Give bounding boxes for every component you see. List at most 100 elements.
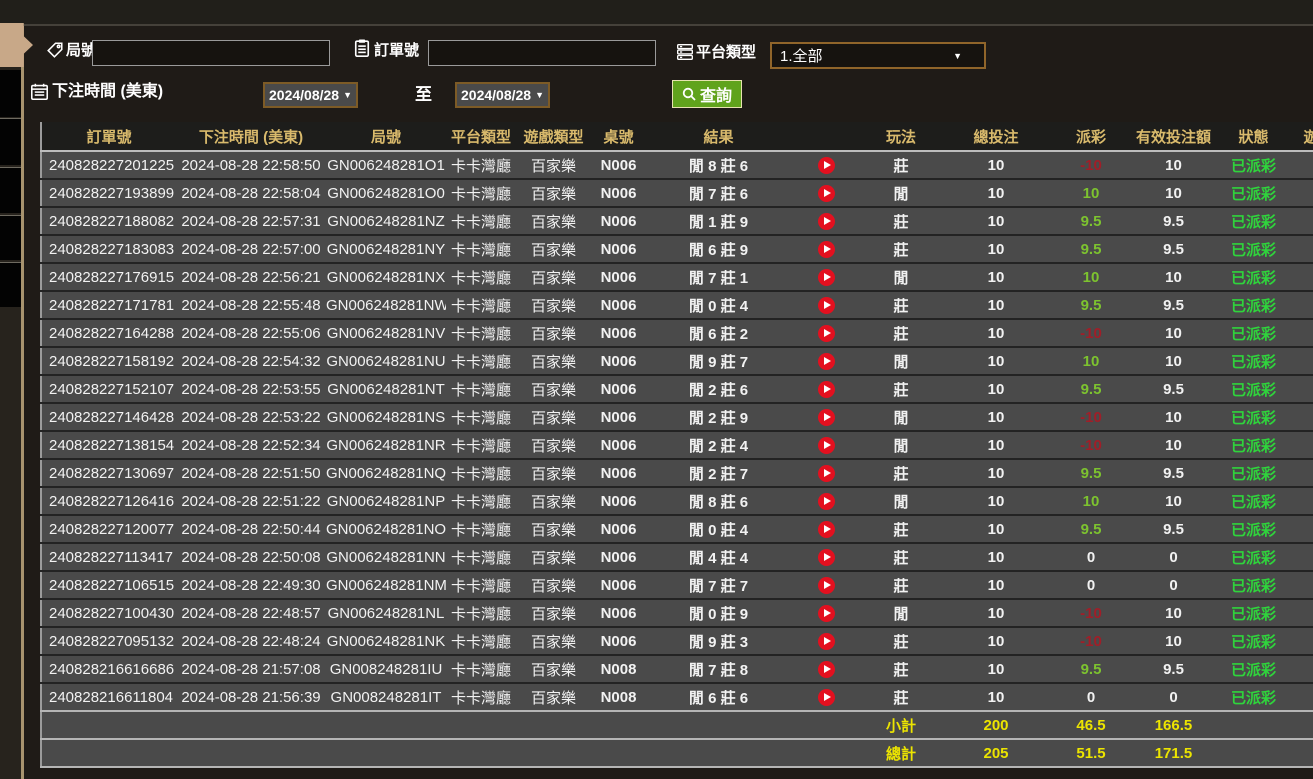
replay-play-icon[interactable] [817, 576, 835, 594]
cell-table-no: N006 [591, 570, 646, 599]
cell-replay [791, 486, 861, 515]
replay-play-icon[interactable] [817, 464, 835, 482]
cell-platform: 卡卡灣廳 [446, 542, 516, 571]
replay-play-icon[interactable] [817, 492, 835, 510]
cell-valid-bet: 9.5 [1131, 290, 1216, 319]
cell-extra [1291, 178, 1313, 207]
replay-play-icon[interactable] [817, 184, 835, 202]
cell-round-no: GN006248281NK [326, 626, 446, 655]
cell-total-bet: 10 [941, 626, 1051, 655]
col-header-round_no: 局號 [326, 122, 446, 152]
cell-order-no: 240828227106515 [41, 570, 176, 599]
replay-play-icon[interactable] [817, 352, 835, 370]
cell-order-no: 240828227193899 [41, 178, 176, 207]
cell-bet-time: 2024-08-28 22:53:55 [176, 374, 326, 403]
cell-platform: 卡卡灣廳 [446, 151, 516, 179]
date-to-select[interactable]: 2024/08/28 ▼ [455, 82, 550, 108]
replay-play-icon[interactable] [817, 240, 835, 258]
tag-icon [46, 41, 64, 59]
cell-platform: 卡卡灣廳 [446, 486, 516, 515]
total-spacer [1216, 738, 1313, 767]
replay-play-icon[interactable] [817, 268, 835, 286]
platform-type-select[interactable]: 1.全部 ▼ [770, 42, 986, 69]
cell-table-no: N006 [591, 151, 646, 179]
sidebar-collapsed-item[interactable] [0, 167, 21, 213]
cell-game-type: 百家樂 [516, 682, 591, 711]
replay-play-icon[interactable] [817, 212, 835, 230]
replay-play-icon[interactable] [817, 520, 835, 538]
cell-replay [791, 346, 861, 375]
cell-table-no: N006 [591, 486, 646, 515]
cell-game-type: 百家樂 [516, 318, 591, 347]
col-header-bet_time: 下注時間 (美東) [176, 122, 326, 152]
cell-payout: 0 [1051, 682, 1131, 711]
subtotal-row: 小計 200 46.5 166.5 [41, 710, 1313, 739]
replay-play-icon[interactable] [817, 632, 835, 650]
sidebar-collapsed-item[interactable] [0, 262, 21, 307]
subtotal-spacer [1216, 710, 1313, 739]
total-valid-bet: 171.5 [1131, 738, 1216, 767]
sidebar-collapsed-item[interactable] [0, 70, 21, 117]
cell-table-no: N006 [591, 234, 646, 263]
cell-extra [1291, 374, 1313, 403]
cell-result: 閒 4 莊 4 [646, 542, 791, 571]
cell-result: 閒 2 莊 6 [646, 374, 791, 403]
subtotal-spacer [41, 710, 861, 739]
cell-platform: 卡卡灣廳 [446, 570, 516, 599]
cell-total-bet: 10 [941, 458, 1051, 487]
cell-payout: 10 [1051, 346, 1131, 375]
cell-round-no: GN006248281NQ [326, 458, 446, 487]
cell-platform: 卡卡灣廳 [446, 654, 516, 683]
cell-valid-bet: 9.5 [1131, 458, 1216, 487]
cell-game-type: 百家樂 [516, 514, 591, 543]
cell-round-no: GN006248281NM [326, 570, 446, 599]
replay-play-icon[interactable] [817, 380, 835, 398]
query-button-label: 查詢 [700, 88, 733, 105]
cell-play-type: 閒 [861, 486, 941, 515]
cell-total-bet: 10 [941, 346, 1051, 375]
cell-extra [1291, 570, 1313, 599]
cell-order-no: 240828227183083 [41, 234, 176, 263]
replay-play-icon[interactable] [817, 296, 835, 314]
cell-play-type: 莊 [861, 626, 941, 655]
replay-play-icon[interactable] [817, 604, 835, 622]
cell-valid-bet: 9.5 [1131, 206, 1216, 235]
cell-result: 閒 1 莊 9 [646, 206, 791, 235]
replay-play-icon[interactable] [817, 156, 835, 174]
cell-total-bet: 10 [941, 290, 1051, 319]
cell-game-type: 百家樂 [516, 151, 591, 179]
replay-play-icon[interactable] [817, 408, 835, 426]
cell-order-no: 240828216611804 [41, 682, 176, 711]
total-total-bet: 205 [941, 738, 1051, 767]
round-no-input[interactable] [92, 40, 330, 66]
query-button[interactable]: 查詢 [672, 80, 743, 108]
cell-replay [791, 318, 861, 347]
cell-total-bet: 10 [941, 682, 1051, 711]
cell-order-no: 240828227158192 [41, 346, 176, 375]
replay-play-icon[interactable] [817, 688, 835, 706]
cell-order-no: 240828227100430 [41, 598, 176, 627]
table-row: 240828227146428 2024-08-28 22:53:22 GN00… [41, 402, 1313, 431]
replay-play-icon[interactable] [817, 548, 835, 566]
cell-replay [791, 514, 861, 543]
cell-play-type: 莊 [861, 542, 941, 571]
col-header-platform: 平台類型 [446, 122, 516, 152]
calendar-icon [30, 82, 49, 101]
cell-bet-time: 2024-08-28 22:50:44 [176, 514, 326, 543]
cell-round-no: GN008248281IU [326, 654, 446, 683]
cell-game-type: 百家樂 [516, 598, 591, 627]
date-range-to-label: 至 [415, 85, 432, 104]
replay-play-icon[interactable] [817, 436, 835, 454]
date-from-select[interactable]: 2024/08/28 ▼ [263, 82, 358, 108]
subtotal-payout: 46.5 [1051, 710, 1131, 739]
cell-replay [791, 374, 861, 403]
replay-play-icon[interactable] [817, 660, 835, 678]
cell-status: 已派彩 [1216, 430, 1291, 459]
cell-replay [791, 290, 861, 319]
order-no-input[interactable] [428, 40, 656, 66]
replay-play-icon[interactable] [817, 324, 835, 342]
sidebar-collapsed-item[interactable] [0, 215, 21, 260]
cell-round-no: GN006248281O0 [326, 178, 446, 207]
cell-payout: -10 [1051, 402, 1131, 431]
sidebar-collapsed-item[interactable] [0, 118, 21, 165]
